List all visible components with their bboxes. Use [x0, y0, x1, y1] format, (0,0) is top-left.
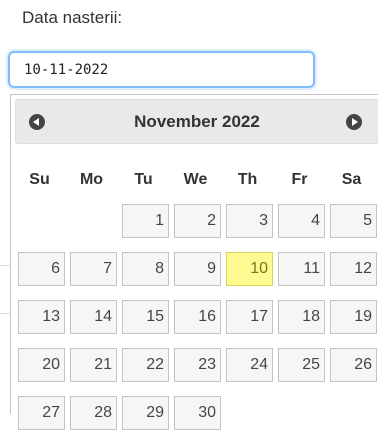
month-year-title: November 2022: [134, 112, 260, 131]
calendar-day[interactable]: 23: [174, 348, 221, 382]
divider: [0, 313, 10, 314]
weekday-label: We: [183, 171, 208, 188]
chevron-right-circle-icon[interactable]: [346, 114, 362, 130]
calendar-day[interactable]: 21: [70, 348, 117, 382]
calendar-day[interactable]: 7: [70, 252, 117, 286]
calendar-day[interactable]: 1: [122, 204, 169, 238]
weekday-label: Su: [29, 171, 50, 188]
weekday-label: Th: [237, 171, 258, 188]
calendar-day[interactable]: 2: [174, 204, 221, 238]
weekday-label: Mo: [79, 171, 104, 188]
calendar-day[interactable]: 3: [226, 204, 273, 238]
calendar-day[interactable]: 5: [330, 204, 377, 238]
calendar-day-today[interactable]: 10: [226, 252, 273, 286]
date-of-birth-label: Data nasterii:: [22, 8, 123, 27]
calendar-day[interactable]: 19: [330, 300, 377, 334]
calendar-day[interactable]: 29: [122, 396, 169, 430]
calendar-day[interactable]: 9: [174, 252, 221, 286]
calendar-day[interactable]: 25: [278, 348, 325, 382]
calendar-day[interactable]: 14: [70, 300, 117, 334]
calendar-day[interactable]: 30: [174, 396, 221, 430]
calendar-day[interactable]: 20: [18, 348, 65, 382]
datepicker-header: November 2022: [15, 99, 378, 144]
date-of-birth-input[interactable]: [8, 51, 315, 88]
calendar-day[interactable]: 27: [18, 396, 65, 430]
calendar-day[interactable]: 12: [330, 252, 377, 286]
weekday-header-row: Su Mo Tu We Th Fr Sa: [15, 171, 378, 191]
calendar-day-grid: 1 2 3 4 5 6 7 8 9 10 11 12 13 14 15 16 17 18 19 20 21 22 23 24 2…: [18, 204, 378, 430]
calendar-day[interactable]: 6: [18, 252, 65, 286]
calendar-day[interactable]: 24: [226, 348, 273, 382]
weekday-label: Fr: [291, 171, 308, 188]
calendar-day[interactable]: 4: [278, 204, 325, 238]
calendar-day[interactable]: 22: [122, 348, 169, 382]
datepicker-popup: November 2022 Su Mo Tu We Th Fr Sa 12345…: [10, 94, 378, 430]
weekday-label: Tu: [134, 171, 153, 188]
calendar-day[interactable]: 16: [174, 300, 221, 334]
calendar-day[interactable]: 15: [122, 300, 169, 334]
calendar-day[interactable]: 8: [122, 252, 169, 286]
calendar-day[interactable]: 28: [70, 396, 117, 430]
divider: [0, 265, 10, 266]
calendar-day[interactable]: 17: [226, 300, 273, 334]
calendar-day[interactable]: 11: [278, 252, 325, 286]
calendar-day[interactable]: 18: [278, 300, 325, 334]
calendar-day[interactable]: 26: [330, 348, 377, 382]
weekday-label: Sa: [341, 171, 362, 188]
calendar-day[interactable]: 13: [18, 300, 65, 334]
